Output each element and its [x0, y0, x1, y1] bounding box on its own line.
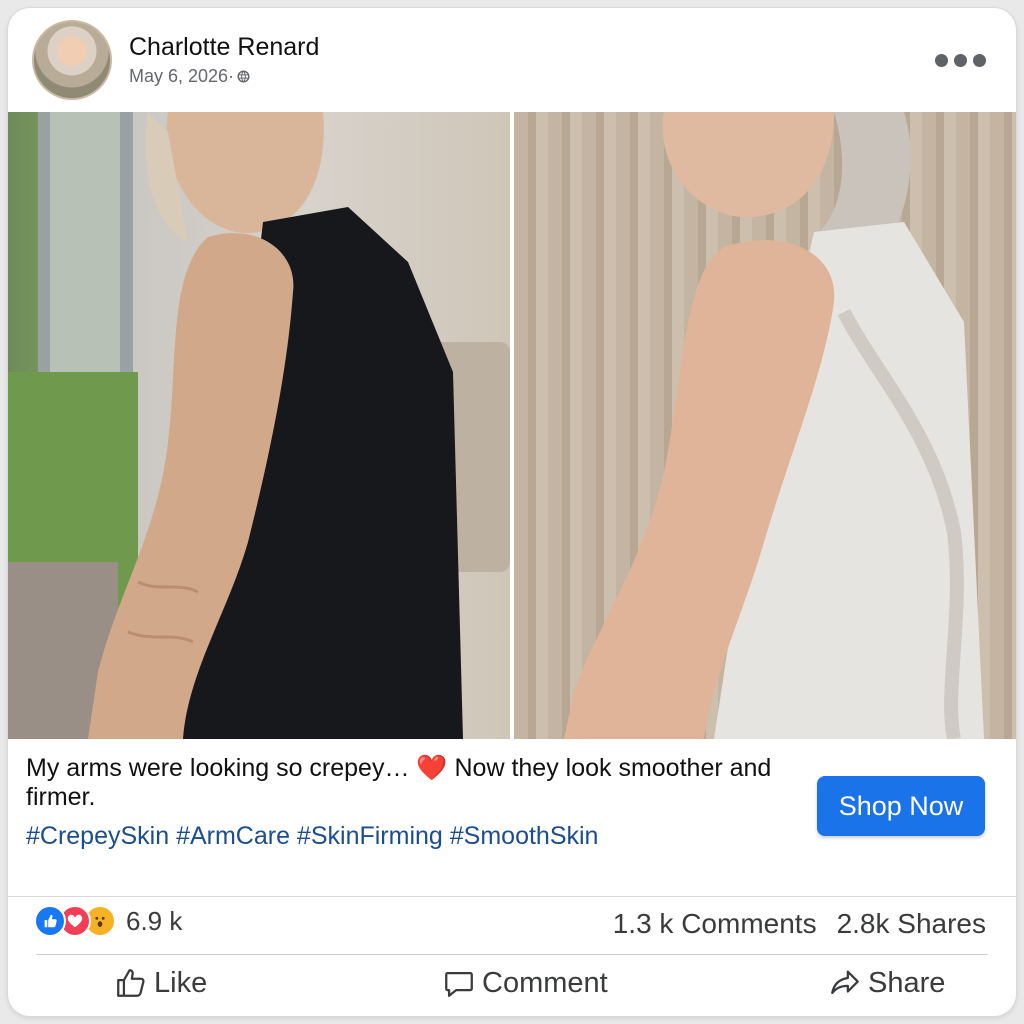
- engagement-stats: 1.3 k Comments 2.8k Shares: [613, 908, 986, 940]
- post-meta: May 6, 2026·: [129, 66, 250, 87]
- share-button[interactable]: Share: [828, 966, 945, 1000]
- photo-after[interactable]: [514, 112, 1016, 739]
- shop-now-button[interactable]: Shop Now: [817, 776, 985, 836]
- post-card: Charlotte Renard May 6, 2026· My arms we…: [8, 8, 1016, 1016]
- like-reaction-icon: [34, 905, 66, 937]
- post-date[interactable]: May 6, 2026·: [129, 66, 234, 87]
- shares-count[interactable]: 2.8k Shares: [837, 908, 986, 940]
- avatar[interactable]: [32, 20, 112, 100]
- reactions-summary[interactable]: 6.9 k: [34, 905, 182, 937]
- hashtags[interactable]: #CrepeySkin #ArmCare #SkinFirming #Smoot…: [26, 822, 598, 851]
- comment-button[interactable]: Comment: [442, 966, 608, 1000]
- divider: [36, 954, 988, 955]
- heart-emoji: ❤️: [416, 754, 448, 782]
- author-name[interactable]: Charlotte Renard: [129, 33, 319, 62]
- post-caption: My arms were looking so crepey… ❤️ Now t…: [26, 754, 786, 812]
- globe-icon: [237, 70, 250, 83]
- more-options-icon[interactable]: [935, 54, 986, 67]
- share-label: Share: [868, 966, 946, 999]
- share-arrow-icon: [831, 970, 859, 995]
- photo-before-illustration: [8, 112, 510, 739]
- thumbs-up-icon: [117, 969, 145, 997]
- reactions-count[interactable]: 6.9 k: [126, 906, 182, 937]
- photo-collage[interactable]: [8, 112, 1016, 739]
- comments-count[interactable]: 1.3 k Comments: [613, 908, 817, 940]
- comment-label: Comment: [482, 966, 608, 999]
- photo-after-illustration: [564, 112, 984, 739]
- like-button[interactable]: Like: [114, 966, 207, 1000]
- photo-before[interactable]: [8, 112, 510, 739]
- caption-text-start: My arms were looking so crepey…: [26, 754, 417, 782]
- like-label: Like: [154, 966, 208, 999]
- divider: [8, 896, 1016, 897]
- comment-icon: [445, 971, 473, 997]
